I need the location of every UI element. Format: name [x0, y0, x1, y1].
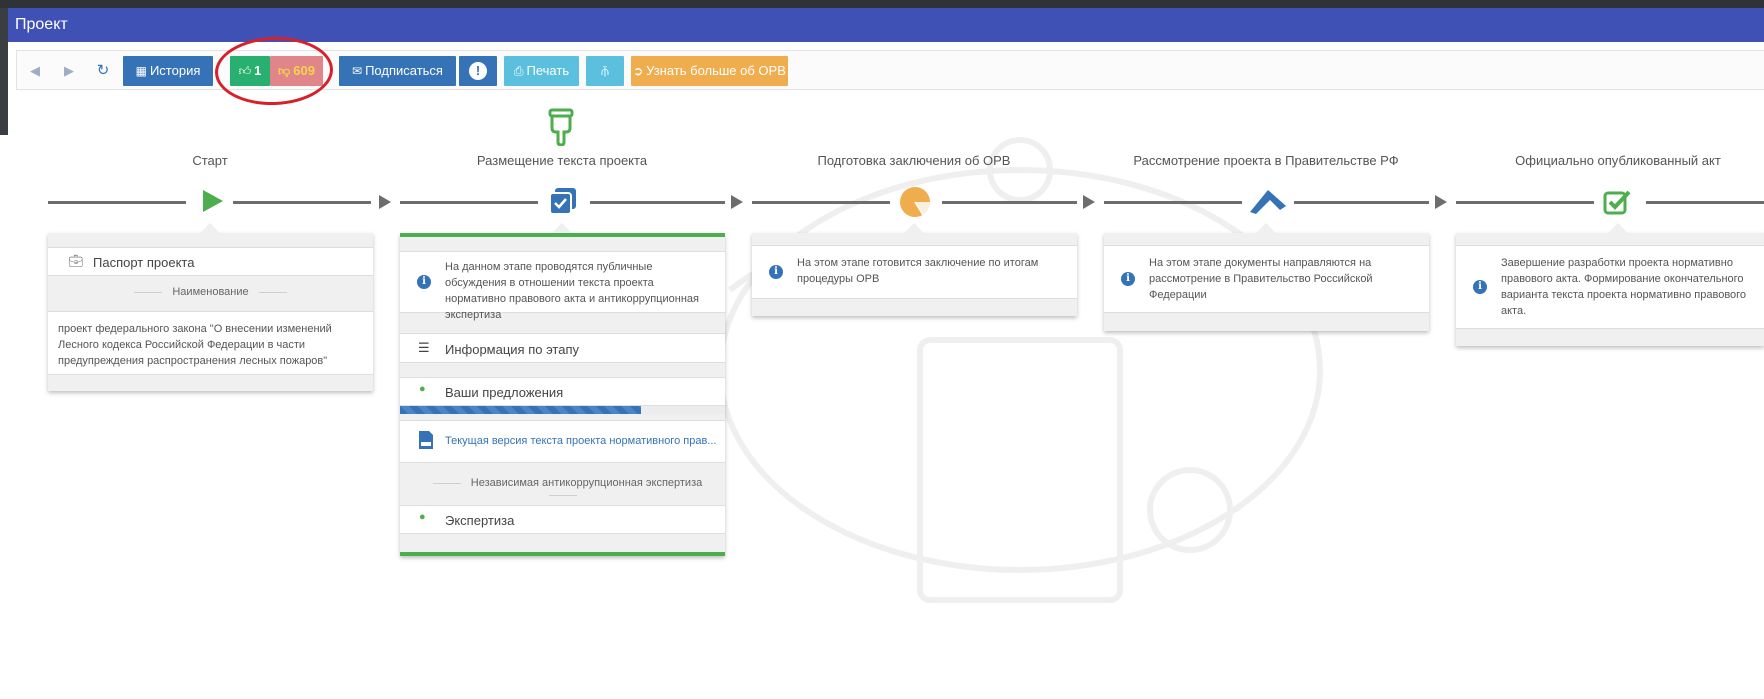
envelope-icon: ✉: [352, 64, 363, 78]
comment-icon: ●: [419, 383, 426, 395]
history-label: История: [149, 63, 201, 78]
start-card: 💼︎ Паспорт проекта Наименование проект ф…: [48, 223, 373, 391]
print-label: Печать: [526, 63, 570, 78]
os-top-strip: [0, 0, 1764, 8]
timeline-segment: [1646, 201, 1764, 204]
timeline-segment: [752, 201, 890, 204]
list-icon: ☰: [418, 340, 430, 355]
print-button[interactable]: ⎙ Печать: [504, 56, 579, 86]
history-button[interactable]: ▦ История: [123, 56, 213, 86]
os-left-strip-dark: [0, 8, 8, 135]
report-button[interactable]: !: [459, 56, 497, 86]
pie-chart-icon[interactable]: [899, 186, 931, 218]
passport-label: Паспорт проекта: [93, 255, 195, 270]
placement-top-bar: [400, 233, 725, 237]
stage-info-label: Информация по этапу: [445, 342, 580, 357]
info-icon: i: [1121, 272, 1135, 286]
project-name-value: проект федерального закона "О внесении и…: [48, 311, 373, 375]
passport-row[interactable]: 💼︎ Паспорт проекта: [48, 247, 373, 276]
stage-title-placement: Размещение текста проекта: [476, 153, 648, 168]
placement-info-row: i На данном этапе проводятся публичные о…: [400, 251, 725, 321]
timeline-segment: [1456, 201, 1594, 204]
document-row[interactable]: Текущая версия текста проекта нормативно…: [400, 420, 725, 463]
anticorruption-header: Независимая антикоррупционная экспертиза: [400, 477, 725, 501]
proposals-row[interactable]: ● Ваши предложения: [400, 377, 725, 406]
subscribe-button[interactable]: ✉ Подписаться: [339, 56, 456, 86]
name-header: Наименование: [48, 286, 373, 298]
government-info-row: i На этом этапе документы направляются н…: [1104, 245, 1429, 313]
placement-card: i На данном этапе проводятся публичные о…: [400, 223, 725, 556]
stage-title-government: Рассмотрение проекта в Правительстве РФ: [1133, 153, 1399, 168]
expertise-row[interactable]: ● Экспертиза: [400, 505, 725, 534]
briefcase-icon: 💼︎: [68, 254, 84, 268]
back-icon[interactable]: ◀: [27, 63, 43, 79]
timeline-arrow-icon: [1083, 195, 1095, 209]
refresh-icon[interactable]: ↻: [95, 63, 111, 79]
timeline-arrow-icon: [731, 195, 743, 209]
timeline-segment: [590, 201, 725, 204]
published-act-info-text: Завершение разработки проекта нормативно…: [1501, 257, 1747, 317]
proposals-progress: [400, 406, 725, 414]
stage-title-published-act: Официально опубликованный акт: [1515, 153, 1721, 168]
orv-card: i На этом этапе готовится заключение по …: [752, 223, 1077, 316]
proposals-progress-fill: [400, 406, 641, 414]
timeline-segment: [942, 201, 1077, 204]
published-act-info-row: i Завершение разработки проекта норматив…: [1456, 245, 1764, 329]
info-icon: i: [769, 265, 783, 279]
card-pointer: [199, 223, 221, 234]
stage-title-orv: Подготовка заключения об ОРВ: [817, 153, 1011, 168]
printer-icon: ⎙: [513, 64, 524, 78]
checkbox-icon[interactable]: [549, 187, 577, 215]
card-pointer: [1607, 223, 1629, 234]
proposals-label: Ваши предложения: [445, 385, 564, 400]
timeline-segment: [1294, 201, 1429, 204]
highlight-circle: [213, 34, 335, 108]
card-pointer: [903, 223, 925, 234]
comment-icon: ●: [419, 511, 426, 523]
info-icon: i: [1473, 280, 1487, 294]
timeline-segment: [1104, 201, 1242, 204]
calendar-icon: ▦: [135, 64, 147, 78]
government-info-text: На этом этапе документы направляются на …: [1149, 257, 1373, 301]
share-icon: ⫚: [601, 63, 609, 78]
stage-title-start: Старт: [192, 153, 228, 168]
orv-info-row: i На этом этапе готовится заключение по …: [752, 245, 1077, 299]
chevron-up-icon[interactable]: [1250, 186, 1286, 214]
document-link[interactable]: Текущая версия текста проекта нормативно…: [445, 435, 716, 447]
timeline-segment: [48, 201, 186, 204]
placement-info-text: На данном этапе проводятся публичные обс…: [445, 261, 699, 321]
government-card: i На этом этапе документы направляются н…: [1104, 223, 1429, 331]
timeline-segment: [233, 201, 371, 204]
share-button[interactable]: ⫚: [586, 56, 624, 86]
hand-pointer-icon: [548, 108, 574, 146]
docx-file-icon: [419, 431, 433, 449]
card-pointer: [1255, 223, 1277, 234]
info-icon: i: [417, 275, 431, 289]
check-square-icon[interactable]: [1603, 189, 1631, 215]
placement-bottom-bar: [400, 552, 725, 556]
stage-info-row[interactable]: ☰ Информация по этапу: [400, 333, 725, 363]
expertise-label: Экспертиза: [445, 513, 515, 528]
timeline-arrow-icon: [1435, 195, 1447, 209]
subscribe-label: Подписаться: [365, 63, 443, 78]
exclamation-icon: !: [469, 62, 487, 80]
timeline-arrow-icon: [379, 195, 391, 209]
learn-more-button[interactable]: ➲ Узнать больше об ОРВ: [631, 56, 788, 86]
timeline-segment: [400, 201, 538, 204]
emblem-watermark-icon: [717, 137, 1323, 603]
sign-in-icon: ➲: [633, 64, 644, 78]
published-act-card: i Завершение разработки проекта норматив…: [1456, 223, 1764, 346]
orv-info-text: На этом этапе готовится заключение по ит…: [797, 257, 1039, 285]
learn-more-label: Узнать больше об ОРВ: [646, 63, 786, 78]
forward-icon[interactable]: ▶: [61, 63, 77, 79]
play-icon[interactable]: [200, 189, 224, 213]
